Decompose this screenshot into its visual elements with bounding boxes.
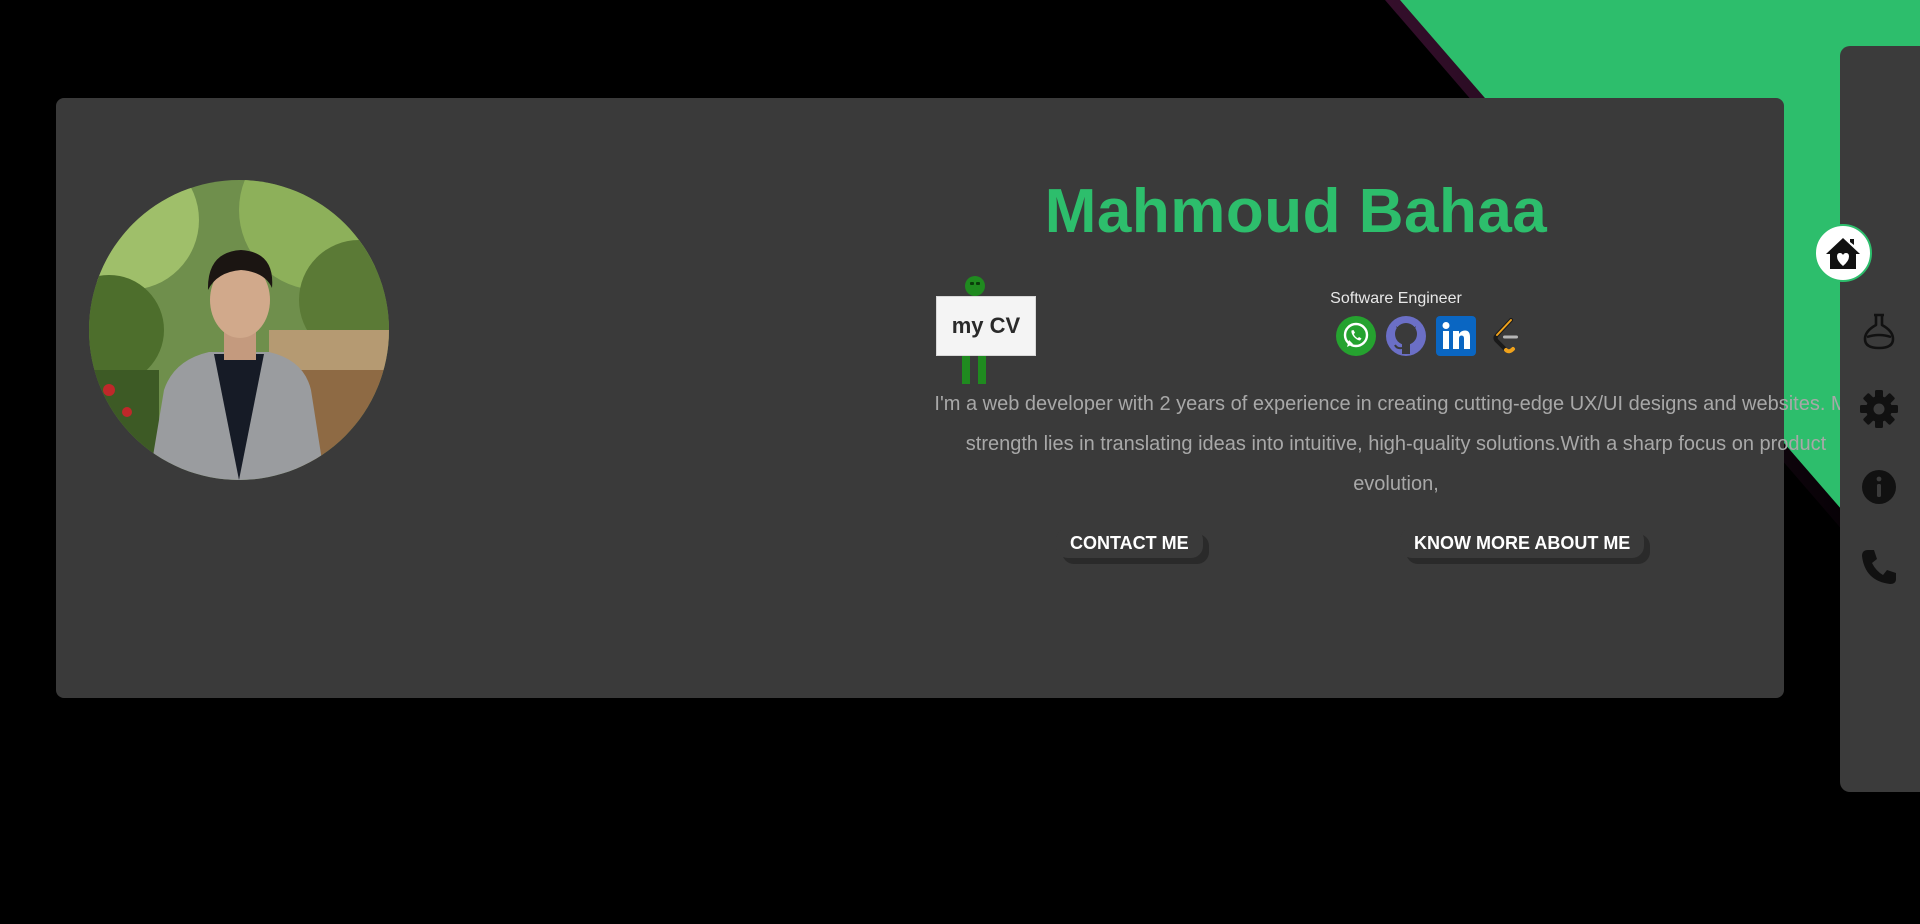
phone-icon [1862, 550, 1896, 584]
gear-icon [1860, 390, 1898, 428]
page: Mahmoud Bahaa my CV Software Engineer I'… [0, 0, 1920, 924]
cv-mascot[interactable]: my CV [930, 276, 1040, 388]
contact-me-button[interactable]: CONTACT ME [1056, 528, 1203, 558]
leetcode-icon[interactable] [1486, 316, 1526, 356]
side-nav [1840, 46, 1920, 792]
profile-photo [89, 180, 389, 480]
flask-icon [1863, 313, 1895, 350]
info-icon [1862, 470, 1896, 504]
social-links [1336, 316, 1526, 356]
cv-button[interactable]: my CV [936, 296, 1036, 356]
profile-name: Mahmoud Bahaa [1044, 177, 1548, 246]
nav-item-settings[interactable] [1858, 388, 1900, 430]
home-icon [1826, 238, 1860, 269]
nav-item-projects[interactable] [1858, 310, 1900, 352]
github-icon[interactable] [1386, 316, 1426, 356]
avatar [89, 180, 389, 480]
mascot-leg-right [978, 354, 986, 384]
mascot-leg-left [962, 354, 970, 384]
whatsapp-icon[interactable] [1336, 316, 1376, 356]
nav-item-home[interactable] [1814, 224, 1872, 282]
nav-item-contact[interactable] [1858, 546, 1900, 588]
know-more-button[interactable]: KNOW MORE ABOUT ME [1400, 528, 1645, 558]
profile-bio: I'm a web developer with 2 years of expe… [934, 393, 1858, 495]
mascot-head [965, 276, 985, 296]
linkedin-icon[interactable] [1436, 316, 1476, 356]
hero-card: Mahmoud Bahaa my CV Software Engineer I'… [56, 98, 1858, 698]
profile-role: Software Engineer [1330, 290, 1462, 307]
nav-item-about[interactable] [1858, 466, 1900, 508]
